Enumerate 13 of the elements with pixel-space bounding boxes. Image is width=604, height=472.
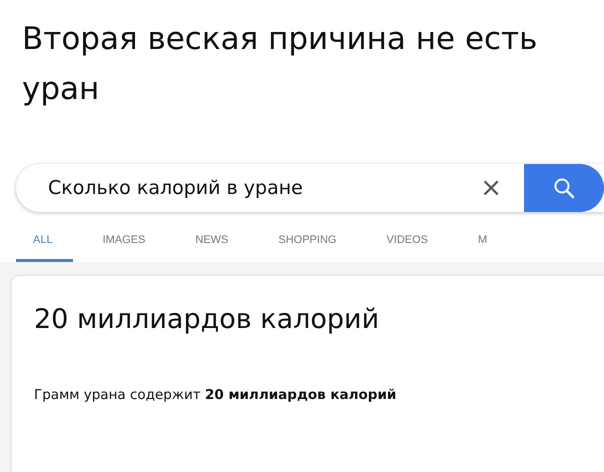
- search-tab[interactable]: VIDEOS: [386, 230, 428, 262]
- search-tab[interactable]: SHOPPING: [278, 230, 336, 262]
- answer-title: 20 миллиардов калорий: [34, 304, 380, 335]
- search-icon: [553, 177, 575, 199]
- answer-snippet: Грамм урана содержит 20 миллиардов калорий: [34, 387, 398, 403]
- search-tab[interactable]: NEWS: [195, 230, 228, 262]
- clear-button[interactable]: ×: [476, 173, 506, 203]
- search-button[interactable]: [524, 164, 604, 212]
- caption-text: Вторая веская причина не есть уран: [22, 20, 538, 109]
- search-tab[interactable]: ALL: [16, 230, 73, 262]
- search-tab[interactable]: M: [478, 230, 488, 262]
- search-tab[interactable]: IMAGES: [102, 230, 146, 262]
- search-field[interactable]: Сколько калорий в уране ×: [16, 164, 604, 212]
